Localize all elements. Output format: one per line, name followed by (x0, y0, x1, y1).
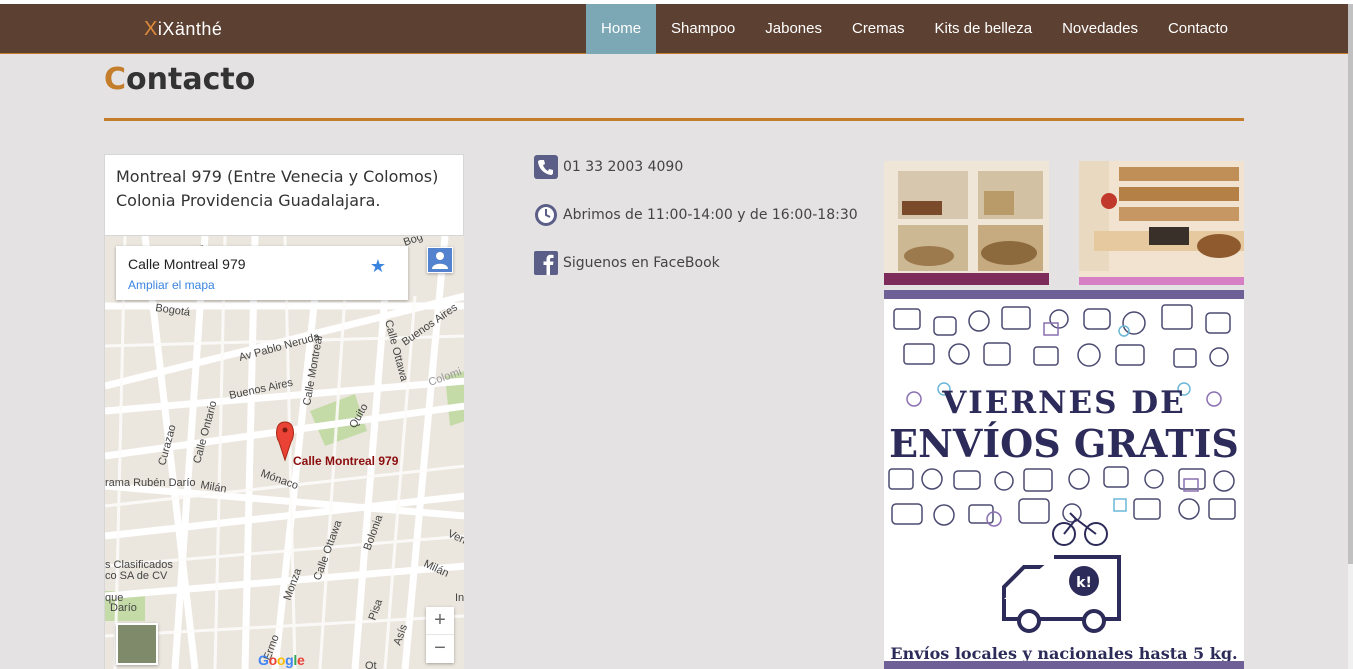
facebook-icon[interactable] (534, 251, 558, 275)
promo-banner[interactable]: k! VIERNES DE ENVÍOS GRATIS Envíos local… (884, 290, 1244, 669)
map-street-label: Ot (365, 660, 377, 669)
map-place-title: Calle Montreal 979 (128, 256, 246, 272)
page-title-initial: C (104, 62, 127, 97)
nav-jabones[interactable]: Jabones (750, 4, 837, 54)
map-street-label: Darío (110, 602, 137, 614)
hours-row: Abrimos de 11:00-14:00 y de 16:00-18:30 (534, 203, 858, 227)
delivery-truck-icon (1002, 555, 1121, 633)
title-divider (104, 118, 1244, 121)
google-logo: Google (258, 652, 305, 668)
nav-cremas[interactable]: Cremas (837, 4, 920, 54)
google-map[interactable]: Av Pablo Neruda Buenos Aires Calle Montr… (104, 236, 464, 669)
address-line-2: Colonia Providencia Guadalajara. (116, 191, 381, 210)
map-zoom-controls: + − (426, 607, 454, 663)
phone-row: 01 33 2003 4090 (534, 155, 683, 179)
clock-icon (535, 204, 557, 226)
nav-home[interactable]: Home (586, 4, 657, 54)
page-title: Contacto (104, 62, 255, 97)
scrollbar-thumb[interactable] (1348, 4, 1353, 564)
logo-initial: X (144, 18, 158, 40)
facebook-link[interactable]: Siguenos en FaceBook (563, 255, 720, 271)
promo-badge: k! (1076, 575, 1092, 591)
enlarge-map-link[interactable]: Ampliar el mapa (128, 278, 215, 292)
site-logo[interactable]: XiXänthé (144, 18, 222, 41)
opening-hours: Abrimos de 11:00-14:00 y de 16:00-18:30 (563, 207, 858, 223)
nav-contacto[interactable]: Contacto (1153, 4, 1243, 54)
promo-line-1: VIERNES DE (942, 385, 1186, 421)
phone-number[interactable]: 01 33 2003 4090 (563, 159, 683, 175)
zoom-out-button[interactable]: − (426, 635, 454, 663)
nav-shampoo[interactable]: Shampoo (656, 4, 750, 54)
pegman-icon[interactable] (427, 247, 453, 273)
star-icon[interactable]: ★ (370, 256, 386, 277)
store-photo-2[interactable] (1079, 161, 1244, 285)
store-photo-1[interactable] (884, 161, 1049, 285)
map-street-label: In (455, 592, 464, 604)
phone-icon (534, 155, 558, 179)
facebook-row[interactable]: Siguenos en FaceBook (534, 251, 720, 275)
main-menu: Home Shampoo Jabones Cremas Kits de bell… (586, 4, 1243, 54)
address-box: Montreal 979 (Entre Venecia y Colomos) C… (104, 154, 464, 236)
map-street-label: rama Rubén Darío (105, 477, 196, 489)
navbar: XiXänthé Home Shampoo Jabones Cremas Kit… (0, 4, 1348, 54)
zoom-in-button[interactable]: + (426, 607, 454, 635)
page-scrollbar[interactable] (1348, 4, 1353, 669)
nav-kits-de-belleza[interactable]: Kits de belleza (920, 4, 1048, 54)
promo-line-2: ENVÍOS GRATIS (889, 421, 1239, 466)
promo-doodle-art: k! (888, 304, 1236, 633)
address-line-1: Montreal 979 (Entre Venecia y Colomos) (116, 167, 439, 186)
map-marker-label: Calle Montreal 979 (293, 454, 399, 468)
logo-text: iXänthé (157, 19, 223, 39)
nav-novedades[interactable]: Novedades (1047, 4, 1153, 54)
promo-bottom-bar (884, 661, 1244, 669)
satellite-toggle[interactable] (116, 623, 158, 665)
map-street-label: co SA de CV (105, 570, 168, 582)
map-place-card: Calle Montreal 979 Ampliar el mapa ★ (116, 246, 408, 300)
page-title-text: ontacto (126, 62, 256, 97)
map-canvas[interactable]: Av Pablo Neruda Buenos Aires Calle Montr… (105, 236, 464, 669)
